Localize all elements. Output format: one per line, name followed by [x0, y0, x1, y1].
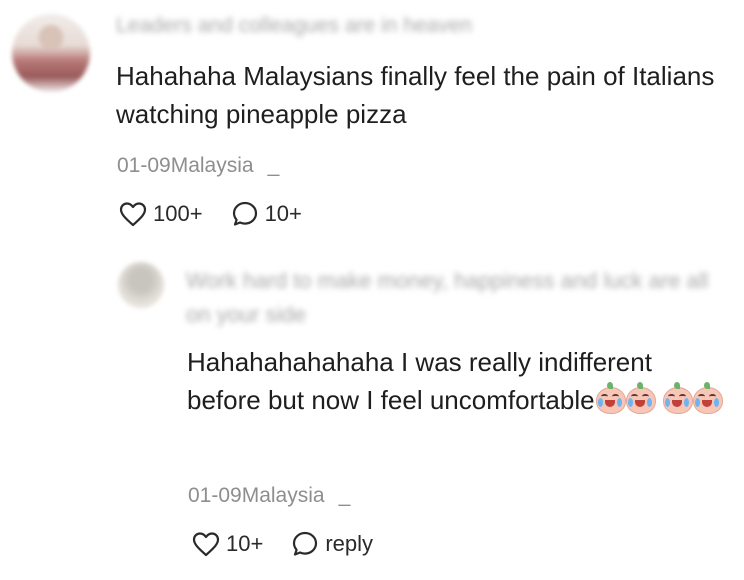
crying-laughing-emoji [692, 382, 723, 414]
reply-actions: 10+ reply [192, 530, 401, 558]
comment-bubble-icon [293, 531, 318, 556]
like-count: 100+ [153, 201, 203, 226]
emoji-group [595, 382, 723, 415]
reply-meta: 01-09Malaysia _ [188, 484, 350, 508]
more-options-icon[interactable]: _ [339, 484, 351, 507]
like-button[interactable]: 10+ [192, 531, 263, 557]
heart-icon [119, 202, 147, 227]
more-options-icon[interactable]: _ [268, 154, 280, 177]
reply-text-block: Hahahahahahaha I was really indifferent … [187, 343, 732, 419]
like-button[interactable]: 100+ [119, 201, 203, 227]
reply-date: 01-09 [188, 484, 242, 507]
reply-label: reply [325, 531, 374, 556]
comment-meta: 01-09Malaysia _ [117, 154, 279, 178]
heart-icon [192, 532, 220, 557]
comment-bubble-icon [232, 201, 257, 226]
like-count: 10+ [226, 531, 264, 556]
reply-count: 10+ [264, 201, 302, 226]
comment-text: Hahahaha Malaysians finally feel the pai… [116, 61, 715, 129]
crying-laughing-emoji [595, 382, 626, 414]
replier-username[interactable]: Work hard to make money, happiness and l… [186, 264, 731, 332]
replier-avatar[interactable] [118, 262, 164, 308]
comment-date: 01-09 [117, 154, 171, 177]
reply-button[interactable]: reply [291, 530, 373, 558]
reply-location: Malaysia [241, 484, 325, 507]
crying-laughing-emoji [625, 382, 656, 414]
crying-laughing-emoji [662, 382, 693, 414]
commenter-avatar[interactable] [12, 14, 90, 92]
comment-location: Malaysia [170, 154, 254, 177]
reply-button[interactable]: 10+ [231, 200, 302, 228]
commenter-username[interactable]: Leaders and colleagues are in heaven [116, 14, 472, 38]
comment-actions: 100+ 10+ [119, 200, 330, 228]
reply-text: Hahahahahahaha I was really indifferent … [187, 347, 652, 415]
